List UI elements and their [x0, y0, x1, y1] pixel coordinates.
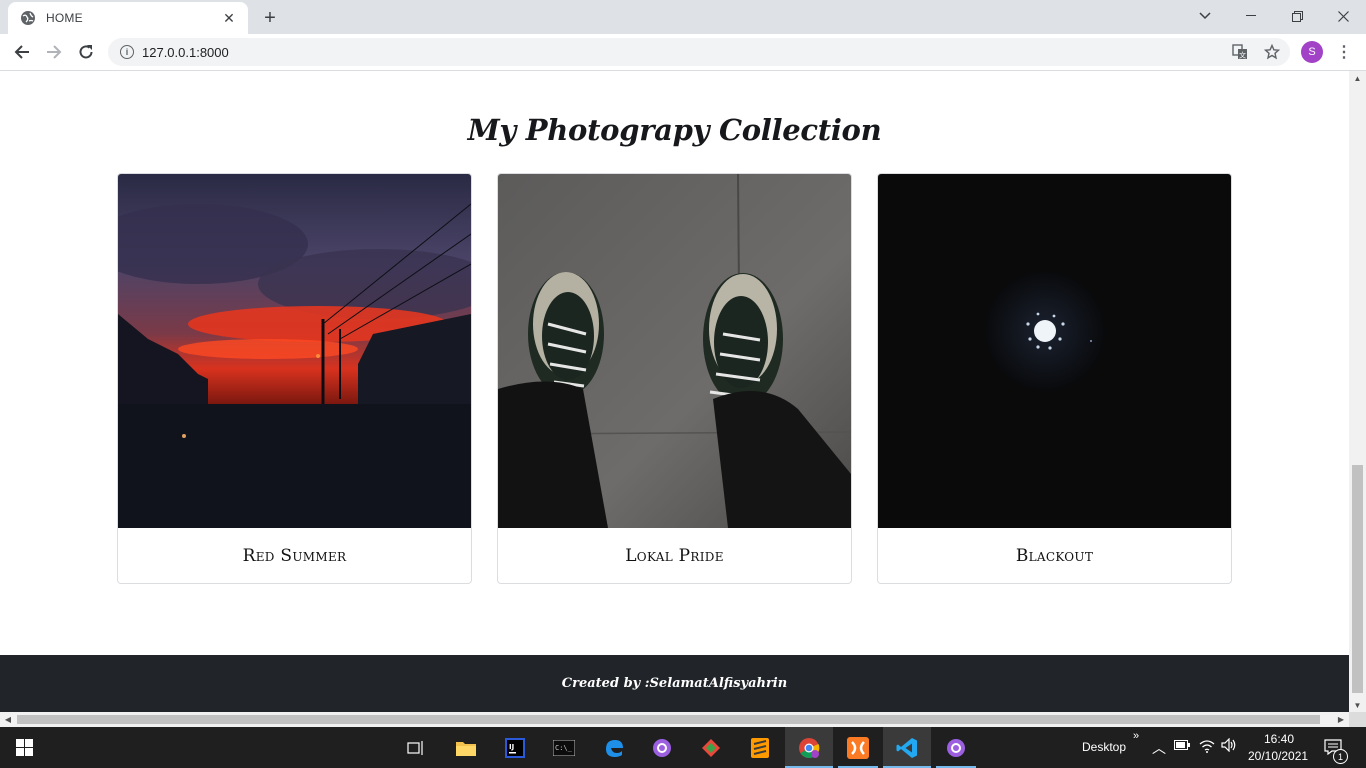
back-button[interactable] [8, 38, 36, 66]
chrome-icon[interactable] [785, 727, 833, 768]
site-info-icon[interactable]: i [120, 45, 134, 59]
forward-button[interactable] [40, 38, 68, 66]
page-footer: Created by :SelamatAlfisyahrin [0, 655, 1349, 712]
bookmark-star-icon[interactable] [1262, 42, 1282, 62]
photo-card-blackout[interactable]: Blackout [877, 173, 1232, 584]
windows-taskbar: IJ C:\_ Desktop » ︿ 16:40 20/10/2021 1 [0, 727, 1366, 768]
tab-search-chevron-icon[interactable] [1182, 0, 1228, 32]
sourcetree-icon[interactable] [687, 727, 735, 768]
intellij-icon[interactable]: IJ [491, 727, 539, 768]
photo-card-red-summer[interactable]: Red Summer [117, 173, 472, 584]
minimize-button[interactable] [1228, 0, 1274, 32]
restore-button[interactable] [1274, 0, 1320, 32]
task-view-icon[interactable] [392, 727, 440, 768]
start-windows-icon[interactable] [0, 727, 48, 768]
volume-icon[interactable] [1221, 737, 1237, 755]
toolbar-expand-icon[interactable]: » [1133, 730, 1139, 742]
address-bar[interactable]: i 127.0.0.1:8000 [108, 38, 1290, 66]
xampp-icon[interactable] [834, 727, 882, 768]
photo-blackout [878, 174, 1231, 528]
globe-icon [20, 10, 36, 26]
page-viewport: My Photograpy Collection Red Summer Loka… [0, 71, 1349, 712]
sublime-text-icon[interactable] [736, 727, 784, 768]
scroll-right-icon[interactable]: ▶ [1333, 712, 1349, 727]
photo-card-lokal-pride[interactable]: Lokal Pride [497, 173, 852, 584]
horizontal-scrollbar[interactable]: ◀ ▶ [0, 712, 1349, 727]
github-desktop-icon[interactable] [638, 727, 686, 768]
url-text: 127.0.0.1:8000 [142, 44, 229, 60]
battery-icon[interactable] [1174, 739, 1190, 753]
close-window-button[interactable] [1320, 0, 1366, 32]
terminal-icon[interactable]: C:\_ [540, 727, 588, 768]
new-tab-button[interactable]: + [258, 6, 282, 30]
profile-avatar[interactable]: S [1301, 41, 1323, 63]
vscode-icon[interactable] [883, 727, 931, 768]
close-tab-icon[interactable]: ✕ [220, 9, 238, 27]
photo-lokal-pride [498, 174, 851, 528]
tab-title: HOME [46, 11, 83, 25]
clock-time[interactable]: 16:40 [1264, 732, 1294, 746]
scroll-up-icon[interactable]: ▲ [1349, 71, 1366, 85]
footer-credit: Created by :SelamatAlfisyahrin [561, 676, 788, 691]
wifi-icon[interactable] [1199, 739, 1215, 756]
svg-text:C:\_: C:\_ [555, 744, 573, 752]
horizontal-scroll-thumb[interactable] [17, 715, 1320, 724]
browser-menu-icon[interactable]: ⋮ [1335, 41, 1353, 63]
scroll-down-icon[interactable]: ▼ [1349, 698, 1366, 712]
show-hidden-icons-chevron-icon[interactable]: ︿ [1152, 738, 1166, 758]
card-caption: Red Summer [242, 545, 347, 566]
svg-text:IJ: IJ [509, 743, 514, 751]
card-caption: Blackout [1015, 545, 1094, 566]
vertical-scroll-thumb[interactable] [1352, 465, 1363, 693]
notification-count-badge: 1 [1333, 749, 1348, 764]
scroll-left-icon[interactable]: ◀ [0, 712, 16, 727]
reload-button[interactable] [72, 38, 100, 66]
github-desktop-icon[interactable] [932, 727, 980, 768]
photo-red-summer [118, 174, 471, 528]
card-caption: Lokal Pride [625, 545, 724, 566]
clock-date[interactable]: 20/10/2021 [1248, 749, 1308, 763]
browser-tab-home[interactable]: HOME ✕ [8, 2, 248, 34]
page-title: My Photograpy Collection [467, 113, 882, 147]
translate-icon[interactable]: 文 [1230, 42, 1250, 62]
file-explorer-icon[interactable] [442, 727, 490, 768]
desktop-toolbar-label[interactable]: Desktop [1082, 740, 1126, 754]
browser-toolbar: i 127.0.0.1:8000 [0, 34, 1366, 71]
tab-strip: HOME ✕ + [0, 0, 1366, 34]
edge-browser-icon[interactable] [590, 727, 638, 768]
scrollbar-corner [1349, 712, 1366, 727]
vertical-scrollbar[interactable]: ▲ ▼ [1349, 71, 1366, 712]
svg-text:文: 文 [1239, 51, 1246, 60]
